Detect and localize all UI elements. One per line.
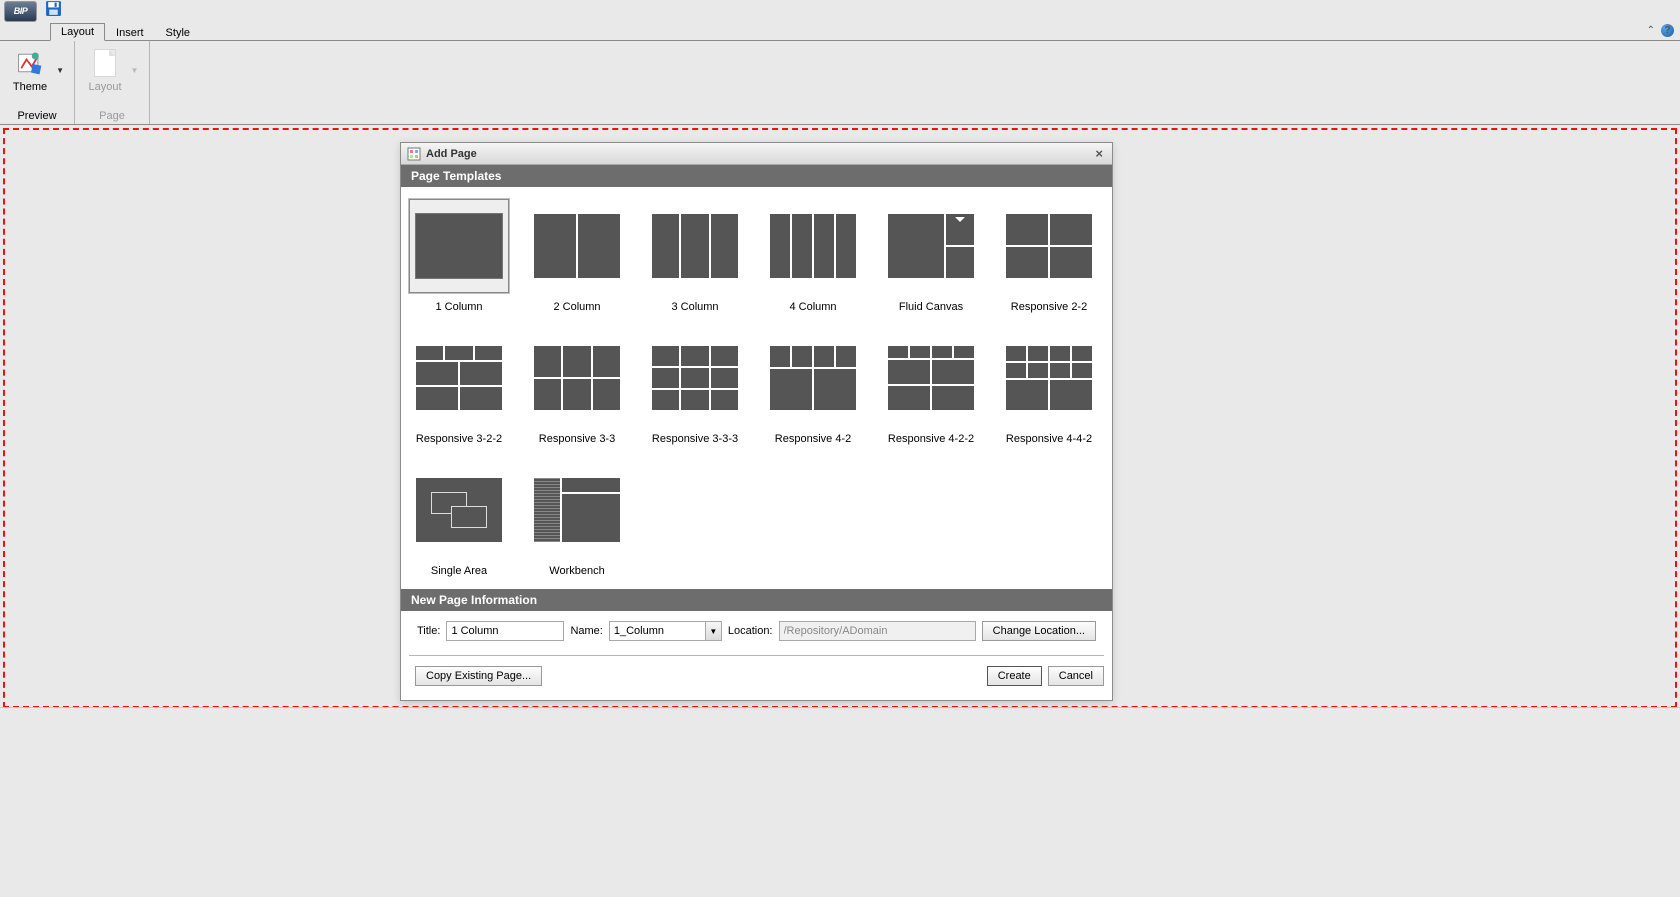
template-label: 2 Column — [553, 301, 600, 313]
location-label: Location: — [728, 625, 773, 637]
layout-button-label: Layout — [89, 81, 122, 93]
templates-grid: 1 Column 2 Column 3 Column 4 Column Flui… — [401, 187, 1112, 589]
layout-button: Layout — [83, 45, 128, 95]
layout-dropdown-caret: ▼ — [128, 66, 142, 75]
ribbon-group-preview: Theme ▼ Preview — [0, 41, 75, 124]
section-new-page-information: New Page Information — [401, 589, 1112, 611]
template-single-area[interactable]: Single Area — [405, 459, 513, 581]
theme-button-label: Theme — [13, 81, 47, 93]
template-label: 1 Column — [435, 301, 482, 313]
close-icon[interactable]: × — [1092, 146, 1106, 161]
chevron-down-icon[interactable]: ▼ — [705, 621, 722, 641]
dialog-footer: Copy Existing Page... Create Cancel — [401, 656, 1112, 700]
cancel-button[interactable]: Cancel — [1048, 666, 1104, 686]
template-responsive-4-2[interactable]: Responsive 4-2 — [759, 327, 867, 449]
template-label: 4 Column — [789, 301, 836, 313]
title-label: Title: — [417, 625, 440, 637]
ribbon-group-label: Preview — [0, 108, 74, 124]
template-label: Responsive 2-2 — [1011, 301, 1087, 313]
app-logo[interactable]: BIP — [4, 1, 37, 22]
theme-dropdown-caret[interactable]: ▼ — [53, 66, 67, 75]
template-label: Responsive 3-3-3 — [652, 433, 738, 445]
bottom-panel — [0, 707, 1680, 897]
new-page-info-row: Title: Name: ▼ Location: Change Location… — [409, 611, 1104, 656]
template-fluid-canvas[interactable]: Fluid Canvas — [877, 195, 985, 317]
tab-layout[interactable]: Layout — [50, 23, 105, 41]
dialog-title: Add Page — [426, 148, 477, 160]
location-input — [779, 621, 976, 641]
template-label: Workbench — [549, 565, 604, 577]
save-icon[interactable] — [45, 0, 62, 22]
template-label: Responsive 4-4-2 — [1006, 433, 1092, 445]
name-combo[interactable]: ▼ — [609, 621, 722, 641]
template-label: Single Area — [431, 565, 487, 577]
name-input[interactable] — [609, 621, 705, 641]
template-label: 3 Column — [671, 301, 718, 313]
dialog-icon — [407, 147, 421, 161]
template-label: Responsive 4-2-2 — [888, 433, 974, 445]
template-label: Fluid Canvas — [899, 301, 963, 313]
template-workbench[interactable]: Workbench — [523, 459, 631, 581]
copy-existing-page-button[interactable]: Copy Existing Page... — [415, 666, 542, 686]
help-icon[interactable]: ? — [1661, 24, 1674, 37]
template-1-column[interactable]: 1 Column — [405, 195, 513, 317]
section-page-templates: Page Templates — [401, 165, 1112, 187]
template-2-column[interactable]: 2 Column — [523, 195, 631, 317]
ribbon: Theme ▼ Preview Layout ▼ Page — [0, 41, 1680, 125]
dialog-titlebar[interactable]: Add Page × — [401, 143, 1112, 165]
collapse-ribbon-icon[interactable]: ⌃ — [1647, 25, 1655, 36]
quick-access-toolbar: BIP — [0, 0, 1680, 22]
change-location-button[interactable]: Change Location... — [982, 621, 1096, 641]
name-label: Name: — [570, 625, 602, 637]
template-responsive-4-4-2[interactable]: Responsive 4-4-2 — [995, 327, 1103, 449]
template-3-column[interactable]: 3 Column — [641, 195, 749, 317]
template-label: Responsive 3-2-2 — [416, 433, 502, 445]
page-icon — [89, 47, 121, 79]
template-label: Responsive 4-2 — [775, 433, 851, 445]
template-responsive-2-2[interactable]: Responsive 2-2 — [995, 195, 1103, 317]
ribbon-group-page: Layout ▼ Page — [75, 41, 150, 124]
theme-button[interactable]: Theme — [7, 45, 53, 95]
template-responsive-4-2-2[interactable]: Responsive 4-2-2 — [877, 327, 985, 449]
title-input[interactable] — [446, 621, 564, 641]
template-responsive-3-3[interactable]: Responsive 3-3 — [523, 327, 631, 449]
template-responsive-3-3-3[interactable]: Responsive 3-3-3 — [641, 327, 749, 449]
theme-icon — [14, 47, 46, 79]
create-button[interactable]: Create — [987, 666, 1042, 686]
ribbon-tabs: Layout Insert Style ⌃ ? — [0, 22, 1680, 41]
tab-insert[interactable]: Insert — [105, 24, 155, 41]
template-responsive-3-2-2[interactable]: Responsive 3-2-2 — [405, 327, 513, 449]
template-label: Responsive 3-3 — [539, 433, 615, 445]
ribbon-group-label: Page — [75, 108, 149, 124]
tab-style[interactable]: Style — [155, 24, 201, 41]
template-4-column[interactable]: 4 Column — [759, 195, 867, 317]
add-page-dialog: Add Page × Page Templates 1 Column 2 Col… — [400, 142, 1113, 701]
